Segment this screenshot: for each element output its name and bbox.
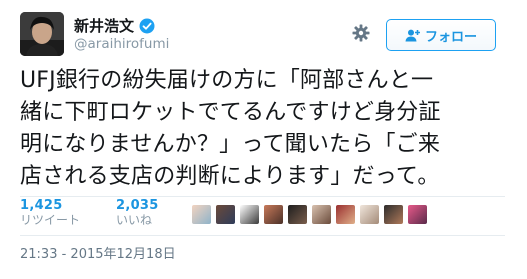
liker-avatar[interactable]	[408, 205, 427, 224]
liker-avatar[interactable]	[192, 205, 211, 224]
liker-avatar[interactable]	[336, 205, 355, 224]
liker-avatar[interactable]	[240, 205, 259, 224]
like-label: いいね	[116, 213, 153, 227]
tweet-line: 店される支店の判断によります」だって。	[20, 164, 440, 189]
tweet-line: 緒に下町ロケットでてるんですけど身分証	[20, 100, 441, 125]
liker-avatar[interactable]	[288, 205, 307, 224]
tweet-timestamp[interactable]: 21:33 - 2015年12月18日	[20, 243, 176, 262]
liker-avatar[interactable]	[216, 205, 235, 224]
follow-button[interactable]: フォロー	[386, 19, 496, 51]
follow-button-label: フォロー	[424, 29, 477, 45]
user-handle[interactable]: @araihirofumi	[74, 36, 169, 52]
display-name-text[interactable]: 新井浩文	[74, 15, 134, 36]
add-user-icon	[405, 29, 420, 41]
retweet-label: リツイート	[20, 213, 81, 227]
liker-avatar[interactable]	[264, 205, 283, 224]
liker-avatar[interactable]	[360, 205, 379, 224]
verified-badge-icon	[139, 18, 155, 33]
tweet-text: UFJ銀行の紛失届けの方に「阿部さんと一 緒に下町ロケットでてるんですけど身分証…	[20, 65, 508, 193]
avatar[interactable]	[20, 12, 64, 56]
like-stat[interactable]: 2,035 いいね	[116, 199, 159, 228]
gear-icon[interactable]	[352, 24, 370, 42]
tweet-line: UFJ銀行の紛失届けの方に「阿部さんと一	[20, 68, 434, 93]
user-display-name[interactable]: 新井浩文	[74, 15, 155, 36]
divider	[20, 235, 505, 236]
like-count[interactable]: 2,035	[116, 199, 159, 213]
retweet-stat[interactable]: 1,425 リツイート	[20, 199, 81, 228]
avatar-image	[20, 12, 64, 56]
tweet-line: 明になりませんか？」って聞いたら「ご来	[20, 132, 441, 157]
divider	[20, 196, 505, 197]
liker-avatar[interactable]	[312, 205, 331, 224]
liker-avatars	[192, 205, 427, 224]
liker-avatar[interactable]	[384, 205, 403, 224]
retweet-count[interactable]: 1,425	[20, 199, 80, 213]
